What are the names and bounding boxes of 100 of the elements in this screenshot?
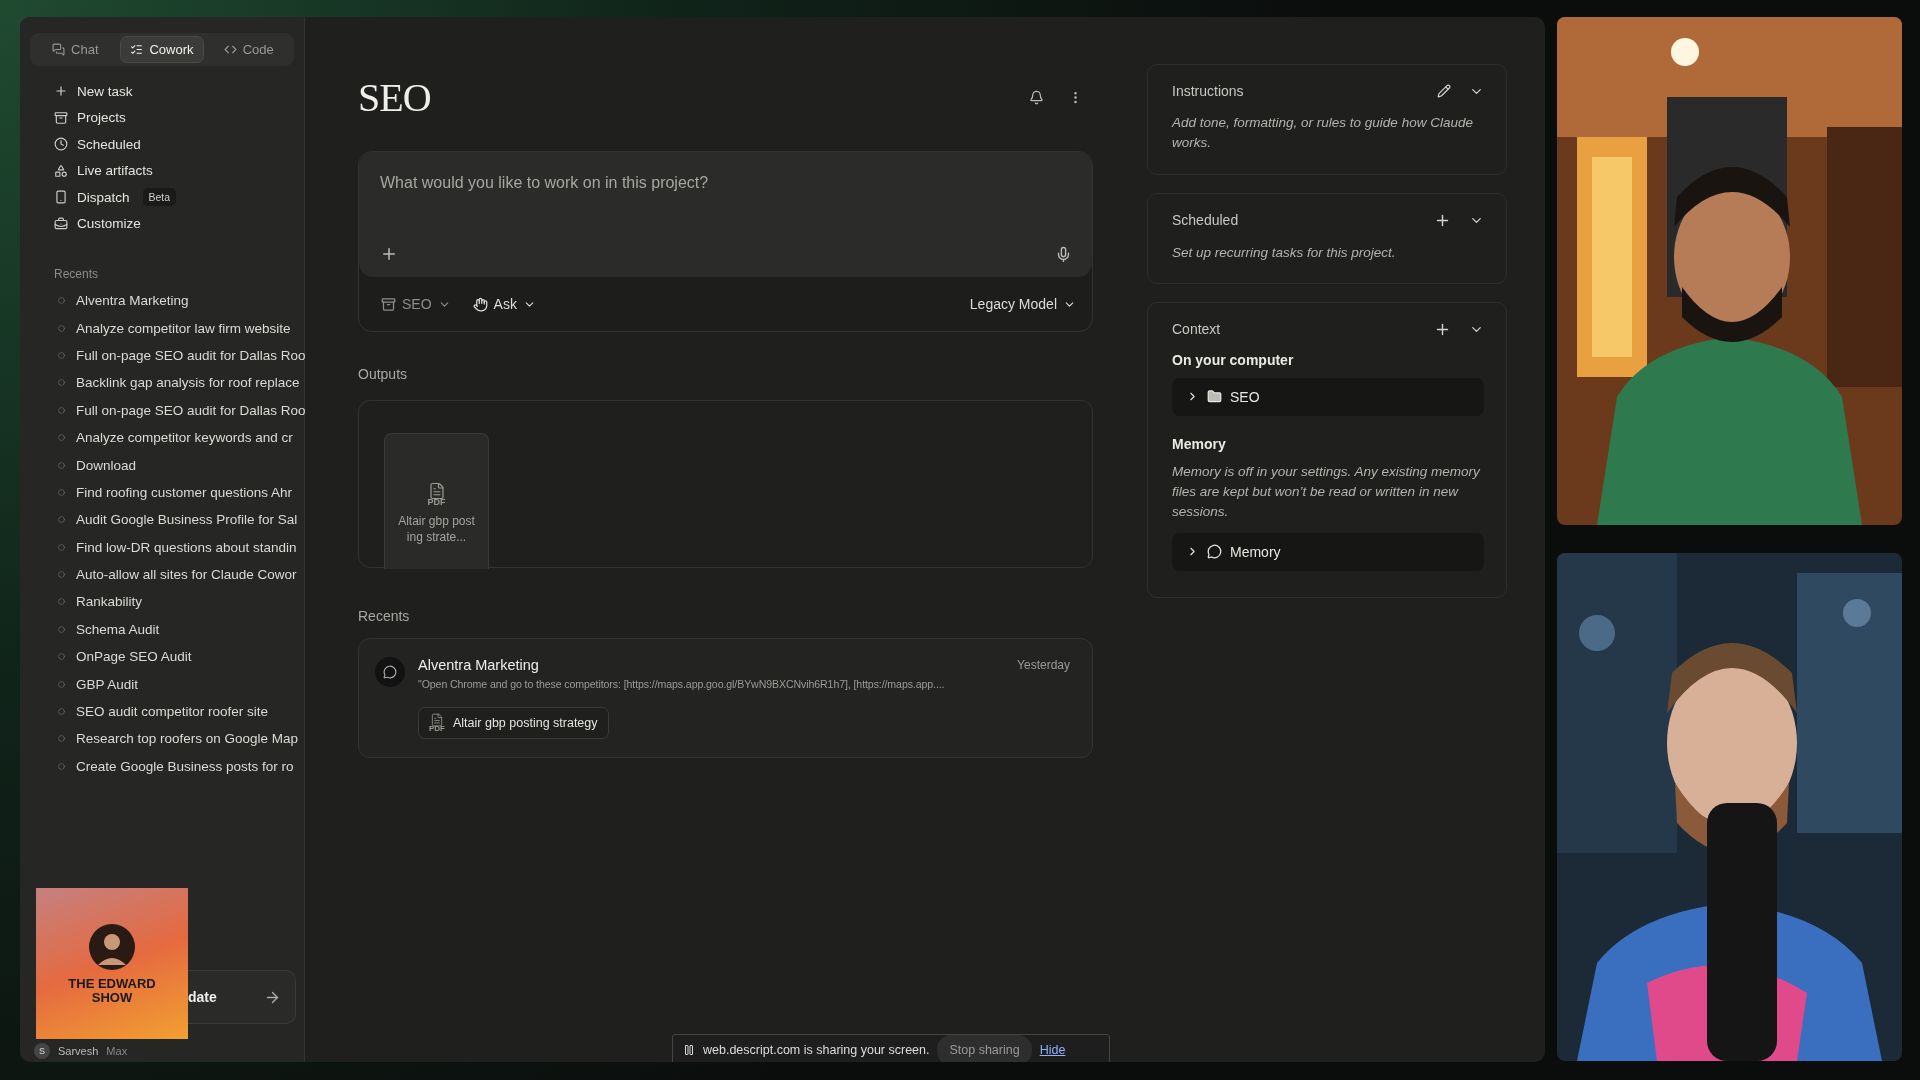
update-text: date (188, 989, 217, 1005)
mode-dropdown[interactable]: Ask (472, 296, 536, 312)
circle-icon (58, 653, 65, 661)
attachment-chip[interactable]: PDF Altair gbp posting strategy (418, 707, 609, 739)
circle-icon (58, 324, 65, 332)
recent-item[interactable]: Auto-allow all sites for Claude Cowor (76, 567, 297, 583)
pause-icon (683, 1044, 695, 1056)
recent-item[interactable]: Find roofing customer questions Ahr (76, 484, 293, 500)
circle-icon (58, 379, 65, 387)
avatar-icon (88, 922, 136, 971)
tree-row[interactable]: SEO (1172, 377, 1484, 416)
recent-item[interactable]: GBP Audit (76, 676, 139, 692)
circle-icon (58, 516, 65, 524)
file-tile[interactable]: PDF Altair gbp posting strate... (384, 433, 489, 569)
nav-item[interactable]: Customize (77, 216, 141, 232)
circle-icon (58, 708, 65, 716)
nav-item[interactable]: Projects (77, 110, 126, 126)
bell-icon[interactable] (1029, 89, 1044, 105)
memory-text: Memory is off in your settings. Any existing memory files are kept but won’t be read or written in new sessions. (1172, 462, 1481, 522)
recent-item[interactable]: Alventra Marketing (76, 293, 189, 309)
recent-item[interactable]: Find low-DR questions about standin (76, 539, 297, 555)
tab[interactable]: Code (206, 36, 291, 63)
recent-item[interactable]: Schema Audit (76, 621, 160, 637)
recent-item[interactable]: Download (76, 457, 137, 473)
update-card[interactable]: date (188, 970, 296, 1024)
section-heading: On your computer (1172, 351, 1295, 368)
prompt-field[interactable]: What would you like to work on in this project? (380, 174, 900, 192)
circle-icon (58, 543, 65, 551)
user-name: Sarvesh (58, 1045, 99, 1057)
recent-item[interactable]: Full on-page SEO audit for Dallas Roo (76, 347, 306, 363)
recent-item[interactable]: Analyze competitor law firm website (76, 320, 291, 336)
project-title: SEO (358, 73, 431, 121)
phone-icon (54, 190, 68, 205)
code-icon (223, 43, 237, 56)
panel-text: Add tone, formatting, or rules to guide how Claude works. (1172, 114, 1474, 153)
circle-icon (58, 406, 65, 414)
plus-icon (54, 84, 68, 99)
recent-item[interactable]: Research top roofers on Google Map (76, 731, 299, 747)
tab[interactable]: Cowork (119, 36, 205, 63)
file-name: Altair gbp posting strate... (397, 513, 476, 546)
plan-label: Max (106, 1045, 128, 1057)
recent-item[interactable]: Full on-page SEO audit for Dallas Roo (76, 402, 306, 418)
section-label: Recents (53, 267, 100, 281)
task-snippet: "Open Chrome and go to these competitors: [https://maps.app.goo.gl/BYwN9BXCNvih6R1h7], [https://maps.app.... (418, 678, 946, 690)
nav-item[interactable]: Live artifacts (77, 163, 153, 179)
panel-title: Context (1172, 321, 1221, 338)
circle-icon (58, 434, 65, 442)
briefcase-icon (54, 216, 68, 231)
hide-link[interactable]: Hide (1039, 1043, 1066, 1057)
circle-icon (58, 625, 65, 633)
plus-icon[interactable] (380, 245, 398, 263)
circle-icon (58, 598, 65, 606)
task-title: Alventra Marketing (418, 657, 539, 673)
nav-item[interactable]: Dispatch (77, 189, 130, 205)
tab[interactable]: Chat (33, 36, 118, 63)
circle-icon (58, 735, 65, 743)
project-dropdown[interactable]: SEO (381, 296, 451, 312)
checklist-icon (130, 43, 144, 56)
section-label: Recents (358, 608, 411, 624)
tree-row[interactable]: Memory (1172, 532, 1484, 571)
recent-item[interactable]: Backlink gap analysis for roof replace (76, 375, 300, 391)
circle-icon (58, 571, 65, 579)
recent-item[interactable]: Analyze competitor keywords and cr (76, 430, 293, 446)
circle-icon (58, 762, 65, 770)
sharing-text: web.descript.com is sharing your screen. (703, 1043, 930, 1057)
panel-title: Instructions (1172, 83, 1244, 99)
task-card[interactable]: Alventra Marketing Yesterday "Open Chrome and go to these competitors: [https://maps.app.goo.gl/BYwN9BXCNvih6R1h7], [https://maps.app.... PDF Altair gbp posting strategy (358, 638, 1093, 758)
task-time: Yesterday (1017, 658, 1070, 672)
chat-icon (52, 43, 66, 56)
user-avatar[interactable]: S (34, 1043, 50, 1059)
circle-icon (58, 488, 65, 496)
circle-icon (58, 297, 65, 305)
circle-icon (58, 461, 65, 469)
nav-item[interactable]: New task (77, 83, 133, 99)
section-heading: Memory (1172, 435, 1227, 452)
recent-item[interactable]: OnPage SEO Audit (76, 649, 192, 665)
chat-bubble-icon (1207, 544, 1222, 559)
beta-badge: Beta (142, 188, 177, 207)
archive-icon (54, 110, 68, 125)
stop-sharing-button[interactable]: Stop sharing (937, 1035, 1032, 1062)
clock-icon (54, 137, 68, 152)
show-title: THE EDWARD SHOW (67, 976, 157, 1005)
mic-icon[interactable] (1055, 245, 1072, 263)
hand-icon (472, 296, 488, 312)
panel-text: Set up recurring tasks for this project. (1172, 243, 1397, 262)
recent-item[interactable]: Create Google Business posts for ro (76, 758, 294, 774)
shapes-icon (54, 163, 68, 178)
recent-item[interactable]: Rankability (76, 594, 143, 610)
section-label: Outputs (358, 366, 409, 382)
model-dropdown[interactable]: Legacy Model (969, 296, 1076, 312)
edit-icon[interactable] (1437, 84, 1451, 98)
recent-item[interactable]: Audit Google Business Profile for Sal (76, 512, 298, 528)
folder-icon (1207, 389, 1222, 405)
panel-title: Scheduled (1172, 212, 1239, 228)
recent-item[interactable]: SEO audit competitor roofer site (76, 704, 269, 720)
archive-icon (381, 296, 396, 312)
chat-bubble-icon (375, 657, 405, 687)
circle-icon (58, 680, 65, 688)
nav-item[interactable]: Scheduled (77, 136, 141, 152)
circle-icon (58, 351, 65, 359)
